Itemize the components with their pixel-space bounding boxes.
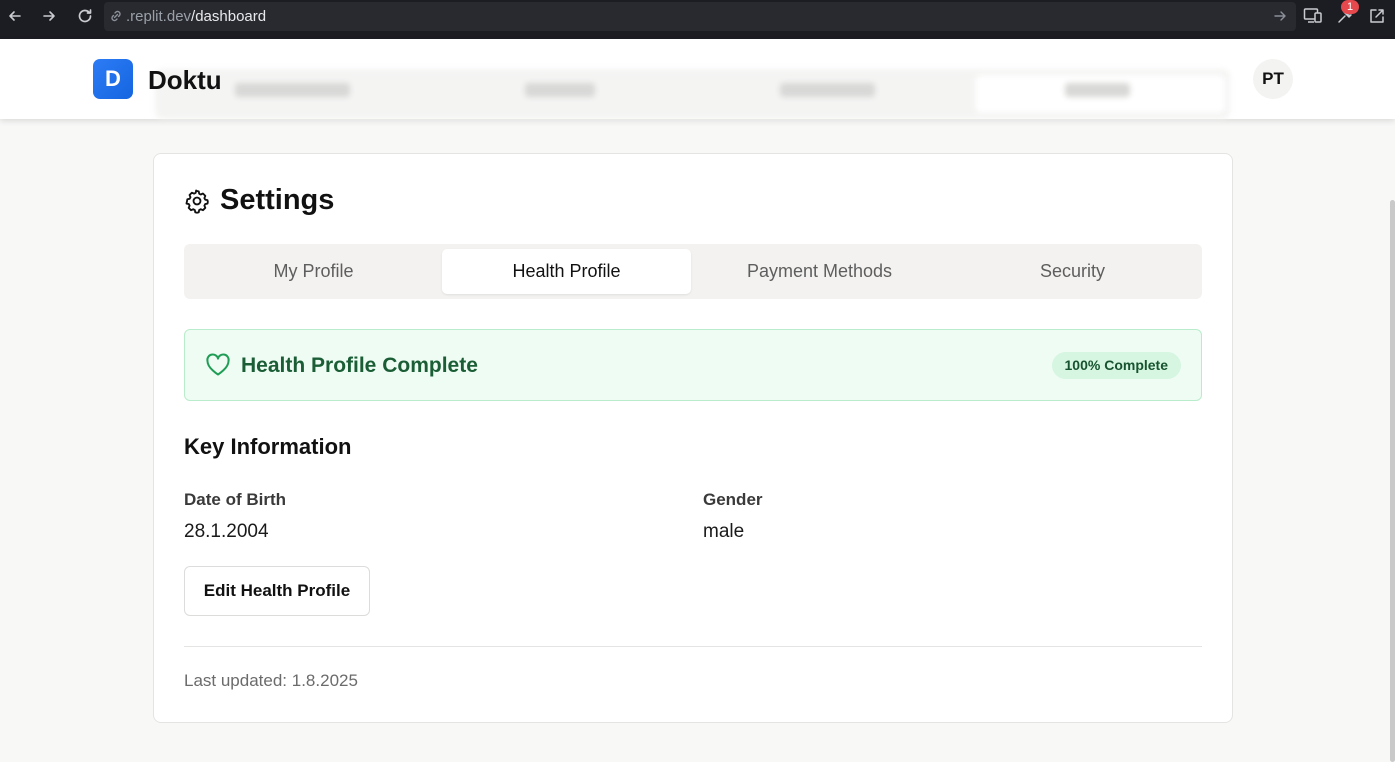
gender-label: Gender	[703, 490, 763, 509]
tab-security[interactable]: Security	[948, 249, 1197, 294]
main-nav-blurred	[155, 69, 1230, 119]
reload-icon[interactable]	[74, 5, 96, 27]
browser-toolbar: .replit.dev/dashboard 1	[0, 0, 1395, 39]
last-updated-text: Last updated: 1.8.2025	[184, 671, 358, 690]
gear-icon	[185, 189, 209, 214]
banner-title: Health Profile Complete	[241, 354, 478, 377]
settings-card: Settings My Profile Health Profile Payme…	[153, 153, 1233, 723]
address-bar[interactable]: .replit.dev/dashboard	[104, 2, 1296, 31]
settings-tabs: My Profile Health Profile Payment Method…	[184, 244, 1202, 299]
tab-payment-methods[interactable]: Payment Methods	[695, 249, 944, 294]
date-of-birth-label: Date of Birth	[184, 490, 286, 509]
app-header: D Doktu PT	[0, 39, 1395, 119]
logo[interactable]: D	[93, 59, 133, 99]
edit-health-profile-button[interactable]: Edit Health Profile	[184, 566, 370, 616]
avatar[interactable]: PT	[1253, 59, 1293, 99]
completion-badge: 100% Complete	[1051, 352, 1181, 379]
devices-icon[interactable]	[1302, 5, 1324, 27]
tab-my-profile[interactable]: My Profile	[189, 249, 438, 294]
key-information-heading: Key Information	[184, 434, 352, 459]
forward-icon[interactable]	[38, 5, 60, 27]
date-of-birth-value: 28.1.2004	[184, 521, 269, 542]
go-arrow-icon[interactable]	[1272, 8, 1288, 24]
link-icon	[111, 10, 121, 22]
url-text: .replit.dev/dashboard	[126, 8, 267, 25]
divider	[184, 646, 1202, 647]
tab-health-profile[interactable]: Health Profile	[442, 249, 691, 294]
page-title-row: Settings	[184, 184, 334, 217]
heart-icon	[206, 353, 230, 376]
open-external-icon[interactable]	[1366, 5, 1388, 27]
extension-badge: 1	[1341, 0, 1359, 14]
page-title: Settings	[220, 184, 335, 216]
brand-name[interactable]: Doktu	[148, 65, 222, 96]
profile-complete-banner: Health Profile Complete 100% Complete	[184, 329, 1202, 401]
back-icon[interactable]	[4, 5, 26, 27]
page-scrollbar[interactable]	[1390, 200, 1395, 762]
gender-value: male	[703, 521, 745, 542]
